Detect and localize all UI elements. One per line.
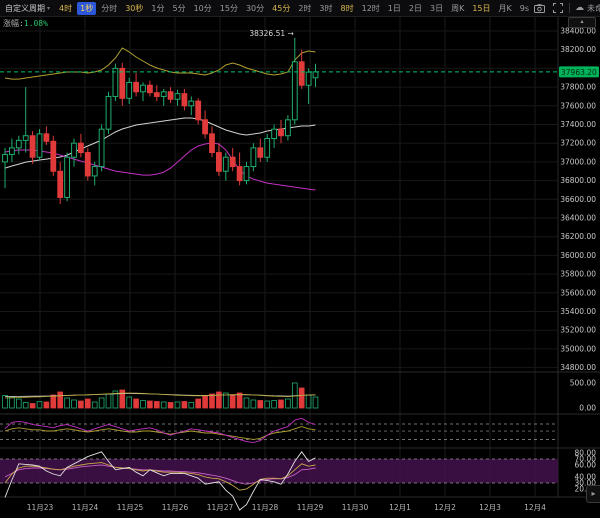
svg-text:60.00: 60.00: [575, 461, 597, 470]
custom-period-label: 自定义周期: [5, 3, 45, 14]
svg-text:37600.00: 37600.00: [560, 101, 596, 110]
period-item[interactable]: 45分: [269, 2, 293, 15]
svg-text:38200.00: 38200.00: [560, 45, 596, 54]
svg-text:37800.00: 37800.00: [560, 83, 596, 92]
svg-text:35400.00: 35400.00: [560, 307, 596, 316]
trading-app: 37963.2038326.51 →38400.0038200.0037800.…: [0, 0, 600, 518]
high-price-annotation: 38326.51 →: [249, 29, 293, 38]
svg-text:11月30: 11月30: [342, 503, 369, 512]
price-chart-canvas[interactable]: 37963.2038326.51 →38400.0038200.0037800.…: [0, 0, 600, 518]
period-item[interactable]: 30秒: [122, 2, 146, 15]
change-value: 1.08%: [24, 19, 48, 28]
period-item[interactable]: 15分: [217, 2, 241, 15]
axis-collapse-button[interactable]: ▴: [568, 17, 596, 28]
svg-text:500.00: 500.00: [570, 379, 596, 388]
svg-text:37963.20: 37963.20: [561, 68, 597, 77]
period-item[interactable]: 4时: [56, 2, 75, 15]
svg-text:35600.00: 35600.00: [560, 288, 596, 297]
svg-text:11月29: 11月29: [297, 503, 324, 512]
change-percent-readout: 涨幅:1.08%: [3, 18, 48, 29]
svg-text:11月28: 11月28: [252, 503, 279, 512]
svg-text:12月4: 12月4: [524, 503, 546, 512]
period-item[interactable]: 8时: [338, 2, 357, 15]
camera-icon[interactable]: [533, 3, 546, 14]
svg-text:12月2: 12月2: [434, 503, 456, 512]
chevron-down-icon: ▾: [47, 5, 50, 12]
svg-text:35000.00: 35000.00: [560, 344, 596, 353]
period-item[interactable]: 30分: [243, 2, 267, 15]
svg-text:36000.00: 36000.00: [560, 251, 596, 260]
svg-text:11月26: 11月26: [162, 503, 189, 512]
svg-text:35200.00: 35200.00: [560, 326, 596, 335]
period-item[interactable]: 9s: [517, 3, 532, 14]
layout-name-label: 未命名: [587, 3, 600, 14]
period-item[interactable]: 月K: [496, 2, 515, 15]
custom-period-menu[interactable]: 自定义周期 ▾: [0, 3, 55, 14]
period-item[interactable]: 分时: [98, 2, 120, 15]
period-item[interactable]: 12时: [359, 2, 383, 15]
cloud-icon: ☁: [575, 3, 584, 13]
panel-expand-button[interactable]: ▸: [586, 485, 600, 503]
change-label: 涨幅:: [3, 19, 24, 28]
toolbar-divider: [569, 3, 570, 13]
svg-text:12月3: 12月3: [479, 503, 501, 512]
period-toolbar: 自定义周期 ▾ 4时1秒分时30秒1分5分10分15分30分45分2时3时8时1…: [0, 0, 600, 17]
svg-text:12月1: 12月1: [389, 503, 411, 512]
period-item[interactable]: 1秒: [77, 2, 96, 15]
svg-text:36200.00: 36200.00: [560, 232, 596, 241]
period-item[interactable]: 周K: [448, 2, 467, 15]
svg-text:35800.00: 35800.00: [560, 270, 596, 279]
svg-text:0.00: 0.00: [579, 404, 596, 413]
period-item[interactable]: 1分: [148, 2, 167, 15]
period-item[interactable]: 5分: [169, 2, 188, 15]
svg-text:37400.00: 37400.00: [560, 120, 596, 129]
period-item[interactable]: 2日: [406, 2, 425, 15]
period-item[interactable]: 3时: [316, 2, 335, 15]
svg-text:36800.00: 36800.00: [560, 176, 596, 185]
toolbar-right-group: ☁ 未命名 ▾ 下单: [533, 0, 600, 16]
fullscreen-icon[interactable]: [551, 3, 564, 14]
period-item[interactable]: 15日: [469, 2, 493, 15]
period-item[interactable]: 3日: [427, 2, 446, 15]
period-item[interactable]: 2时: [295, 2, 314, 15]
svg-text:36400.00: 36400.00: [560, 214, 596, 223]
svg-text:11月24: 11月24: [72, 503, 99, 512]
svg-text:11月25: 11月25: [117, 503, 144, 512]
svg-text:36600.00: 36600.00: [560, 195, 596, 204]
period-item[interactable]: 1日: [385, 2, 404, 15]
cloud-save-menu[interactable]: ☁ 未命名 ▾: [575, 3, 600, 14]
svg-text:11月27: 11月27: [207, 503, 234, 512]
svg-text:37200.00: 37200.00: [560, 139, 596, 148]
svg-text:37000.00: 37000.00: [560, 157, 596, 166]
period-item[interactable]: 10分: [191, 2, 215, 15]
svg-text:11月23: 11月23: [27, 503, 54, 512]
period-button-list: 4时1秒分时30秒1分5分10分15分30分45分2时3时8时12时1日2日3日…: [55, 2, 533, 15]
svg-text:34800.00: 34800.00: [560, 363, 596, 372]
